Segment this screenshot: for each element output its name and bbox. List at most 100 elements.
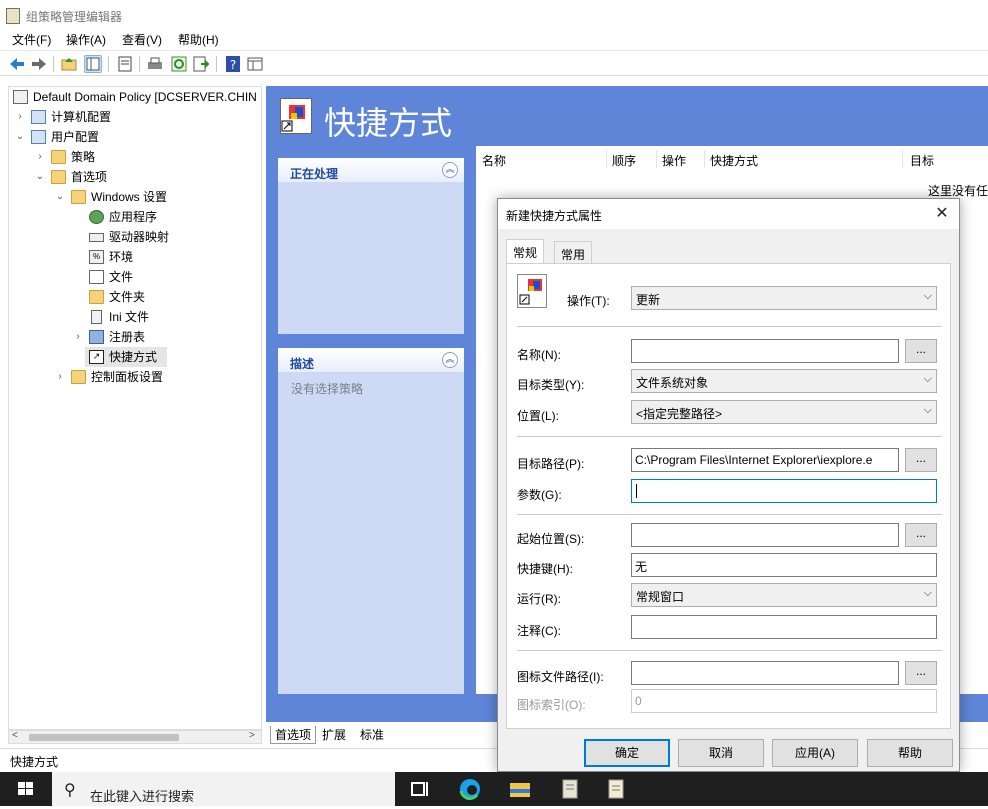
help-button[interactable]: 帮助: [867, 739, 953, 767]
target-path-input[interactable]: C:\Program Files\Internet Explorer\iexpl…: [631, 448, 899, 472]
run-value: 常规窗口: [636, 590, 685, 604]
console-tree: Default Domain Policy [DCSERVER.CHIN › 计…: [8, 86, 262, 730]
collapse-up-icon[interactable]: ︽: [442, 352, 458, 368]
menu-action[interactable]: 操作(A): [66, 31, 106, 48]
apply-button[interactable]: 应用(A): [772, 739, 858, 767]
tree-item-windows-settings[interactable]: ⌄ Windows 设置: [11, 187, 261, 207]
name-browse-button[interactable]: ...: [905, 339, 937, 363]
show-hide-tree-icon[interactable]: [84, 55, 102, 73]
chevron-right-icon[interactable]: ›: [73, 327, 83, 347]
chevron-right-icon[interactable]: ›: [55, 367, 65, 387]
start-in-label: 起始位置(S):: [517, 532, 585, 546]
tree-item-label: 文件: [109, 270, 134, 284]
dialog-title: 新建快捷方式属性: [506, 209, 603, 223]
help-icon[interactable]: ?: [224, 55, 242, 73]
export-icon[interactable]: [192, 55, 210, 73]
tree-item-shortcuts[interactable]: ↗ 快捷方式: [85, 347, 167, 367]
column-separator: [606, 150, 607, 168]
print-icon[interactable]: [146, 55, 164, 73]
ok-button[interactable]: 确定: [584, 739, 670, 767]
chevron-down-icon[interactable]: ⌄: [35, 167, 45, 187]
location-select[interactable]: <指定完整路径> ⌵: [631, 400, 937, 424]
chevron-right-icon[interactable]: ›: [15, 107, 25, 127]
close-icon[interactable]: ✕: [930, 203, 954, 225]
icon-path-input[interactable]: [631, 661, 899, 685]
view-icon[interactable]: [246, 55, 264, 73]
scrollbar-thumb[interactable]: [29, 734, 179, 741]
status-text: 快捷方式: [10, 755, 59, 769]
tree-item-files[interactable]: 文件: [11, 267, 261, 287]
forward-icon[interactable]: [30, 55, 48, 73]
tree-item-ini-files[interactable]: Ini 文件: [11, 307, 261, 327]
properties-icon[interactable]: [116, 55, 134, 73]
tree-item-drive-maps[interactable]: 驱动器映射: [11, 227, 261, 247]
folder-icon: [89, 290, 104, 304]
icon-path-browse-button[interactable]: ...: [905, 661, 937, 685]
policy-scroll-icon: [13, 90, 28, 104]
target-type-select[interactable]: 文件系统对象 ⌵: [631, 369, 937, 393]
up-folder-icon[interactable]: [60, 55, 78, 73]
comment-label: 注释(C):: [517, 624, 561, 638]
action-select-value: 更新: [636, 293, 661, 307]
refresh-icon[interactable]: [170, 55, 188, 73]
menu-bar: 文件(F) 操作(A) 查看(V) 帮助(H): [0, 30, 988, 50]
tree-root[interactable]: Default Domain Policy [DCSERVER.CHIN: [11, 87, 261, 107]
tree-item-control-panel[interactable]: › 控制面板设置: [11, 367, 261, 387]
cancel-button[interactable]: 取消: [678, 739, 764, 767]
tree-item-label: 注册表: [109, 330, 146, 344]
search-placeholder: 在此键入进行搜索: [90, 789, 195, 804]
gpme-icon[interactable]: [558, 778, 582, 800]
scroll-right-icon[interactable]: >: [249, 730, 255, 741]
chevron-right-icon[interactable]: ›: [35, 147, 45, 167]
tree-item-user-config[interactable]: ⌄ 用户配置: [11, 127, 261, 147]
tab-extended[interactable]: 扩展: [322, 726, 346, 743]
tab-common[interactable]: 常用: [554, 241, 593, 263]
name-input[interactable]: [631, 339, 899, 363]
tree-item-policies[interactable]: › 策略: [11, 147, 261, 167]
menu-help[interactable]: 帮助(H): [178, 31, 219, 48]
tab-standard[interactable]: 标准: [360, 726, 384, 743]
run-select[interactable]: 常规窗口 ⌵: [631, 583, 937, 607]
start-in-browse-button[interactable]: ...: [905, 523, 937, 547]
tab-preferences[interactable]: 首选项: [270, 726, 317, 744]
task-view-icon[interactable]: [408, 778, 432, 800]
windows-start-icon[interactable]: [0, 772, 52, 806]
notepad-icon[interactable]: [604, 778, 628, 800]
toolbar-separator: [139, 56, 140, 72]
target-path-browse-button[interactable]: ...: [905, 448, 937, 472]
tree-item-registry[interactable]: › 注册表: [11, 327, 261, 347]
column-separator: [902, 150, 903, 168]
column-shortcut[interactable]: 快捷方式: [710, 152, 758, 169]
tree-item-computer-config[interactable]: › 计算机配置: [11, 107, 261, 127]
tree-horizontal-scrollbar[interactable]: < >: [8, 730, 262, 744]
column-order[interactable]: 顺序: [612, 152, 636, 169]
column-name[interactable]: 名称: [482, 152, 506, 169]
comment-input[interactable]: [631, 615, 937, 639]
action-select[interactable]: 更新 ⌵: [631, 286, 937, 310]
tree-item-label: 文件夹: [109, 290, 146, 304]
window-title: 组策略管理编辑器: [26, 10, 123, 24]
chevron-down-icon[interactable]: ⌄: [15, 127, 25, 147]
tree-item-applications[interactable]: 应用程序: [11, 207, 261, 227]
start-in-input[interactable]: [631, 523, 899, 547]
column-target[interactable]: 目标: [910, 152, 934, 169]
taskbar-search-box[interactable]: ⚲ 在此键入进行搜索: [52, 772, 395, 806]
arguments-input[interactable]: [631, 479, 937, 503]
empty-list-text: 这里没有任: [928, 184, 988, 198]
column-action[interactable]: 操作: [662, 152, 686, 169]
scroll-left-icon[interactable]: <: [12, 730, 18, 741]
tree-item-folders[interactable]: 文件夹: [11, 287, 261, 307]
collapse-up-icon[interactable]: ︽: [442, 162, 458, 178]
menu-file[interactable]: 文件(F): [12, 31, 51, 48]
hotkey-input[interactable]: 无: [631, 553, 937, 577]
back-icon[interactable]: [8, 55, 26, 73]
section-divider: [517, 436, 942, 437]
file-explorer-icon[interactable]: [508, 778, 532, 800]
action-label: 操作(T):: [567, 294, 610, 308]
menu-view[interactable]: 查看(V): [122, 31, 162, 48]
edge-icon[interactable]: [458, 778, 482, 800]
chevron-down-icon[interactable]: ⌄: [55, 187, 65, 207]
tree-item-preferences[interactable]: ⌄ 首选项: [11, 167, 261, 187]
tree-item-environment[interactable]: % 环境: [11, 247, 261, 267]
tab-general[interactable]: 常规: [506, 239, 545, 264]
